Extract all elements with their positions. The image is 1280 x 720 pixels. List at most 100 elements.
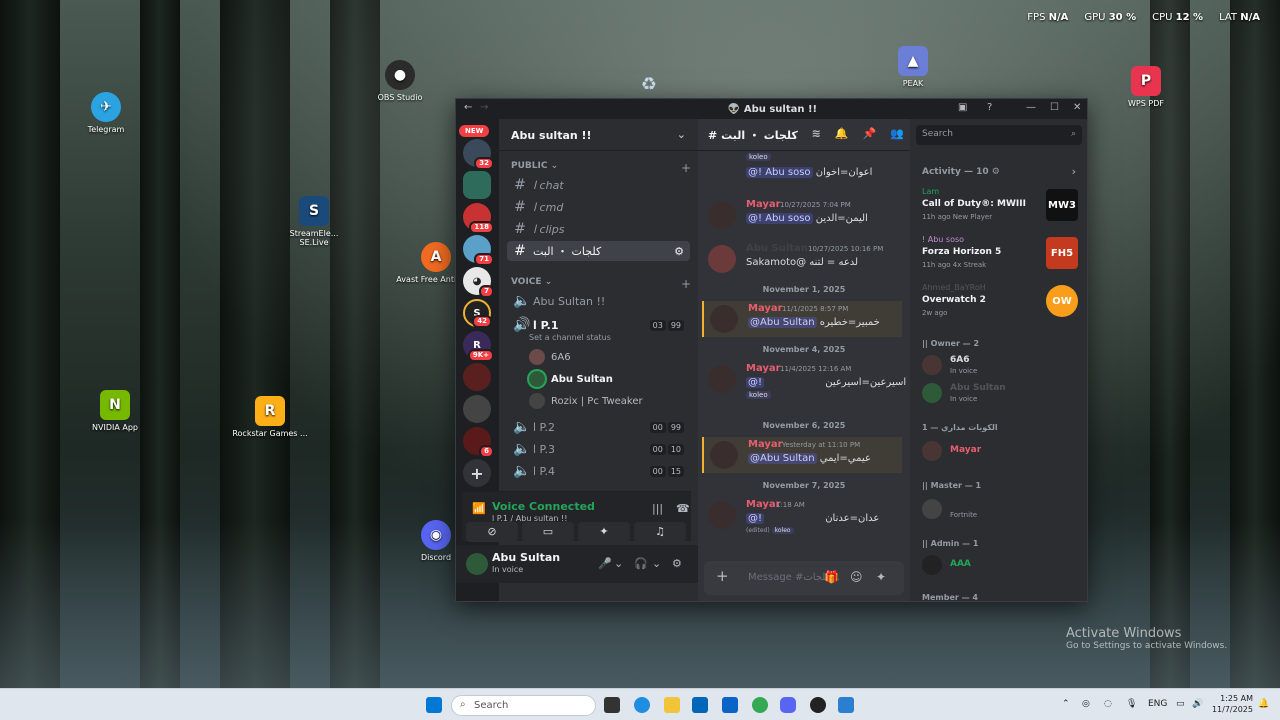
activity-card[interactable]: Lam Call of Duty®: MWIII 11h ago New Pla… xyxy=(918,185,1080,229)
clock[interactable]: 1:25 AM 11/7/2025 xyxy=(1205,693,1253,715)
voice-channel-p2[interactable]: 🔈 ا P.2 00 99 xyxy=(507,417,690,437)
channel-chat[interactable]: # ا chat xyxy=(507,175,690,195)
server-icon[interactable]: 32 xyxy=(463,139,494,170)
disconnect-icon[interactable]: ☎ xyxy=(676,502,690,515)
voice-channel-p3[interactable]: 🔈 ا P.3 00 10 xyxy=(507,439,690,459)
message[interactable]: Mayar 10/27/2025 7:04 PM @! Abu soso الي… xyxy=(702,197,902,247)
member-item[interactable]: 6A6 In voice xyxy=(922,353,1082,379)
channel-clips[interactable]: # ا clips xyxy=(507,219,690,239)
desktop-icon-telegram[interactable]: ✈ Telegram xyxy=(66,92,146,134)
activity-card[interactable]: Ahmed_BaYRoH Overwatch 2 2w ago OW xyxy=(918,281,1080,325)
add-channel-icon[interactable]: + xyxy=(681,161,691,175)
avatar[interactable] xyxy=(708,245,736,273)
network-icon[interactable]: ▭ xyxy=(1176,699,1185,709)
file-explorer-icon[interactable] xyxy=(664,697,680,713)
start-icon[interactable] xyxy=(426,697,442,713)
message-input[interactable]: + Message #كلجات... 🎁 ☺ ✦ xyxy=(704,561,904,595)
server-icon[interactable] xyxy=(463,363,491,391)
member-item[interactable]: Mayar xyxy=(922,439,1082,465)
desktop-icon-streamelements[interactable]: S StreamEle... SE.Live xyxy=(274,196,354,247)
app-icon[interactable] xyxy=(810,697,826,713)
help-icon[interactable]: ? xyxy=(987,102,992,113)
message[interactable]: koleo @! Abu soso اعوان=اخوان xyxy=(702,153,902,187)
desktop-icon-obs[interactable]: ● OBS Studio xyxy=(360,60,440,102)
minimize-icon[interactable]: — xyxy=(1026,102,1036,113)
message[interactable]: Mayar 11/4/2025 12:16 AM @! اسيرعين=اسير… xyxy=(702,361,906,407)
threads-icon[interactable]: ≋ xyxy=(812,127,821,140)
taskbar-search[interactable]: ⌕ Search xyxy=(451,695,596,716)
apps-icon[interactable]: ✦ xyxy=(876,570,886,584)
tray-icon[interactable]: ◎ xyxy=(1082,699,1090,709)
add-attachment-icon[interactable]: + xyxy=(716,567,729,585)
voice-user[interactable]: Abu Sultan xyxy=(529,371,613,387)
gift-icon[interactable]: 🎁 xyxy=(824,570,839,584)
noise-suppression-icon[interactable]: ||| xyxy=(652,502,663,515)
member-item[interactable]: Abu Sultan In voice xyxy=(922,381,1082,407)
avatar[interactable] xyxy=(466,553,488,575)
chevron-down-icon[interactable]: ⌄ xyxy=(614,557,623,570)
voice-channel-lobby[interactable]: 🔈 Abu Sultan !! xyxy=(507,291,690,311)
camera-off-icon[interactable]: ⊘ xyxy=(466,522,518,542)
screen-share-icon[interactable]: ▭ xyxy=(522,522,574,542)
avatar[interactable] xyxy=(710,305,738,333)
app-icon[interactable] xyxy=(838,697,854,713)
add-server-icon[interactable]: + xyxy=(463,459,491,487)
server-icon[interactable] xyxy=(463,171,491,199)
server-icon[interactable]: R 9K+ xyxy=(463,331,494,362)
desktop-icon-nvidia[interactable]: N NVIDIA App xyxy=(75,390,155,432)
outlook-icon[interactable] xyxy=(722,697,738,713)
activities-icon[interactable]: ✦ xyxy=(578,522,630,542)
soundboard-icon[interactable]: ♫ xyxy=(634,522,686,542)
server-header[interactable]: Abu sultan !! ⌄ xyxy=(499,119,698,151)
activity-card[interactable]: ! Abu soso Forza Horizon 5 11h ago 4x St… xyxy=(918,233,1080,277)
server-icon[interactable]: 6 xyxy=(463,427,494,458)
chevron-right-icon[interactable]: › xyxy=(1072,165,1076,178)
voice-user[interactable]: Rozix | Pc Tweaker xyxy=(529,393,643,409)
category-public[interactable]: PUBLIC ⌄ + xyxy=(511,161,691,175)
message[interactable]: Mayar 11/1/2025 8:57 PM @Abu Sultan خمبي… xyxy=(702,301,902,337)
headphones-icon[interactable]: 🎧 xyxy=(634,557,648,570)
microphone-icon[interactable]: 🎤 xyxy=(598,557,612,570)
server-icon[interactable]: ◕ 7 xyxy=(463,267,494,298)
member-item[interactable]: Fortnite xyxy=(922,497,1082,523)
channel-status[interactable]: Set a channel status xyxy=(529,333,611,342)
store-icon[interactable] xyxy=(692,697,708,713)
chrome-icon[interactable] xyxy=(752,697,768,713)
close-icon[interactable]: ✕ xyxy=(1073,102,1081,113)
add-channel-icon[interactable]: + xyxy=(681,277,691,291)
volume-icon[interactable]: 🔊 xyxy=(1192,699,1203,709)
tray-icon[interactable]: ◌ xyxy=(1104,699,1112,709)
voice-user[interactable]: 6A6 xyxy=(529,349,571,365)
channel-cmd[interactable]: # ا cmd xyxy=(507,197,690,217)
avatar[interactable] xyxy=(708,365,736,393)
members-icon[interactable]: 👥 xyxy=(890,127,904,140)
user-settings-icon[interactable]: ⚙ xyxy=(672,557,682,570)
message[interactable]: Abu Sultan 10/27/2025 10:16 PM Sakamoto@… xyxy=(702,241,902,291)
category-voice[interactable]: VOICE ⌄ + xyxy=(511,277,691,291)
chevron-down-icon[interactable]: ⌄ xyxy=(652,557,661,570)
message[interactable]: Mayar Yesterday at 11:10 PM @Abu Sultan … xyxy=(702,437,902,473)
search-input[interactable]: Search ⌕ xyxy=(916,125,1082,145)
edge-icon[interactable] xyxy=(634,697,650,713)
pin-icon[interactable]: 📌 xyxy=(863,127,877,140)
voice-channel-p1[interactable]: 🔊 ا P.1 03 99 xyxy=(507,315,690,335)
chevron-up-icon[interactable]: ⌃ xyxy=(1062,699,1070,709)
message[interactable]: Mayar 1:18 AM @! عدان=عدنان (edited) kol… xyxy=(702,497,902,543)
member-item[interactable]: AAA xyxy=(922,553,1082,579)
avatar[interactable] xyxy=(710,441,738,469)
server-icon[interactable]: 118 xyxy=(463,203,494,234)
language-indicator[interactable]: ENG xyxy=(1148,699,1167,709)
inbox-icon[interactable]: ▣ xyxy=(958,102,967,113)
avatar[interactable] xyxy=(708,501,736,529)
voice-channel-p4[interactable]: 🔈 ا P.4 00 15 xyxy=(507,461,690,481)
maximize-icon[interactable]: ☐ xyxy=(1050,102,1059,113)
microphone-icon[interactable]: 🎙 xyxy=(1126,699,1137,709)
settings-gear-icon[interactable]: ⚙ xyxy=(674,245,684,258)
desktop-icon-rockstar[interactable]: R Rockstar Games ... xyxy=(230,396,310,438)
desktop-icon-peak[interactable]: ▲ PEAK xyxy=(873,46,953,88)
server-icon[interactable]: 71 xyxy=(463,235,494,266)
desktop-icon-wps[interactable]: P WPS PDF xyxy=(1106,66,1186,108)
task-view-icon[interactable] xyxy=(604,697,620,713)
recycle-bin-icon[interactable]: ♻ xyxy=(636,74,662,100)
channel-selected[interactable]: # كلجات ・ البت ⚙ xyxy=(507,241,690,261)
